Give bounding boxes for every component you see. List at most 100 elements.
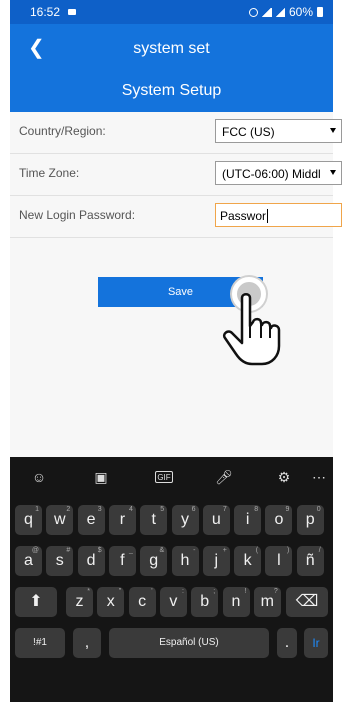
settings-form: Country/Region: FCC (US) Time Zone: (UTC…: [10, 112, 342, 238]
gif-icon[interactable]: GIF: [155, 471, 173, 483]
dropdown-arrow-icon: [330, 128, 336, 133]
key-label: k: [243, 552, 252, 569]
more-options-icon[interactable]: ⋯: [310, 469, 328, 485]
key-c[interactable]: c ': [128, 587, 156, 617]
key-secondary-label: $: [97, 547, 102, 554]
key-e[interactable]: e3: [77, 505, 105, 535]
key-a[interactable]: a @: [15, 546, 42, 576]
key-secondary-label: 7: [222, 506, 227, 513]
key-ñ[interactable]: ñ /: [296, 546, 324, 576]
microphone-icon[interactable]: 🎤︎: [215, 469, 233, 485]
key-v[interactable]: v:: [159, 587, 187, 617]
space-key[interactable]: Español (US): [109, 628, 269, 658]
password-value: Passwor: [220, 209, 267, 223]
key-secondary-label: 1: [35, 506, 39, 513]
shift-key[interactable]: ⬆: [15, 587, 57, 617]
key-label: n: [231, 593, 241, 610]
password-input[interactable]: Passwor: [215, 203, 342, 227]
key-secondary-label: ;: [213, 588, 216, 595]
key-secondary-label: -: [193, 547, 196, 554]
key-label: m: [260, 593, 274, 610]
country-row: Country/Region: FCC (US): [10, 112, 342, 154]
key-b[interactable]: b;: [191, 587, 219, 617]
key-secondary-label: 5: [160, 506, 165, 513]
pointing-hand-icon: [223, 293, 281, 366]
timezone-select[interactable]: (UTC-06:00) Middl: [215, 161, 342, 185]
key-label: w: [54, 511, 66, 528]
key-q[interactable]: q1: [15, 505, 42, 535]
key-secondary-label: *: [87, 588, 90, 595]
period-key[interactable]: .: [277, 628, 297, 658]
wifi-icon: [261, 7, 272, 17]
country-select[interactable]: FCC (US): [215, 119, 342, 143]
timezone-label: Time Zone:: [19, 166, 80, 180]
key-label: u: [211, 511, 221, 528]
key-label: o: [274, 511, 284, 528]
key-n[interactable]: n!: [222, 587, 250, 617]
key-z[interactable]: z *: [66, 587, 93, 617]
key-label: b: [200, 593, 210, 610]
comma-key[interactable]: ,: [73, 628, 101, 658]
key-secondary-label: 0: [316, 506, 321, 513]
key-label: .: [284, 634, 290, 651]
key-secondary-label: +: [222, 547, 227, 554]
gear-icon[interactable]: ⚙: [275, 469, 293, 485]
key-secondary-label: ': [151, 588, 153, 595]
key-label: e: [86, 511, 96, 528]
key-secondary-label: 9: [285, 506, 290, 513]
go-key[interactable]: Ir: [304, 628, 328, 658]
key-g[interactable]: g &: [140, 546, 168, 576]
battery-percent: 60%: [288, 5, 313, 19]
key-h[interactable]: h-: [171, 546, 199, 576]
key-label: d: [86, 552, 96, 569]
key-x[interactable]: x ": [97, 587, 125, 617]
key-p[interactable]: p0: [296, 505, 324, 535]
key-label: g: [149, 552, 159, 569]
key-s[interactable]: s #: [46, 546, 74, 576]
dropdown-arrow-icon: [330, 170, 336, 175]
symbols-key[interactable]: !#1: [15, 628, 65, 658]
key-l[interactable]: l): [265, 546, 293, 576]
key-r[interactable]: r4: [108, 505, 136, 535]
country-value: FCC (US): [222, 125, 275, 139]
backspace-key[interactable]: ⌫: [286, 587, 328, 617]
key-u[interactable]: u7: [202, 505, 230, 535]
key-i[interactable]: i8: [234, 505, 262, 535]
key-k[interactable]: k(: [234, 546, 262, 576]
emoji-icon[interactable]: ☺: [30, 469, 48, 485]
key-label: s: [55, 552, 64, 569]
key-label: ñ: [305, 552, 315, 569]
key-d[interactable]: d $: [77, 546, 105, 576]
keyboard: ☺ ▣ GIF 🎤︎ ⚙ ⋯ q 1 w 2 e 3 r 4 t 5 y 6 u 7 i 8 o 9 p 0 a @ s # d…: [10, 457, 333, 702]
key-label: q: [24, 511, 33, 528]
key-label: Español (US): [159, 637, 219, 648]
key-t[interactable]: t5: [140, 505, 168, 535]
key-f[interactable]: f _: [108, 546, 136, 576]
key-secondary-label: 6: [191, 506, 196, 513]
password-row: New Login Password: Passwor: [10, 196, 342, 238]
key-label: c: [138, 593, 147, 610]
key-y[interactable]: y6: [171, 505, 199, 535]
key-secondary-label: 8: [254, 506, 259, 513]
key-w[interactable]: w2: [46, 505, 74, 535]
status-bar: 16:52 60%: [10, 0, 333, 24]
cast-icon: [68, 9, 76, 15]
key-secondary-label: ": [118, 588, 122, 595]
alarm-icon: [248, 7, 258, 17]
key-label: z: [75, 593, 84, 610]
password-label: New Login Password:: [19, 208, 136, 222]
key-secondary-label: (: [255, 547, 259, 554]
timezone-row: Time Zone: (UTC-06:00) Middl: [10, 154, 342, 196]
key-label: ⌫: [295, 593, 319, 610]
key-o[interactable]: o9: [265, 505, 293, 535]
key-label: Ir: [312, 636, 320, 650]
key-j[interactable]: j +: [202, 546, 230, 576]
key-label: i: [245, 511, 250, 528]
text-cursor: [267, 209, 269, 223]
key-secondary-label: 3: [97, 506, 102, 513]
key-m[interactable]: m?: [253, 587, 281, 617]
key-secondary-label: _: [128, 547, 133, 554]
key-secondary-label: ): [287, 547, 290, 554]
sticker-icon[interactable]: ▣: [92, 469, 110, 485]
country-label: Country/Region:: [19, 124, 106, 138]
